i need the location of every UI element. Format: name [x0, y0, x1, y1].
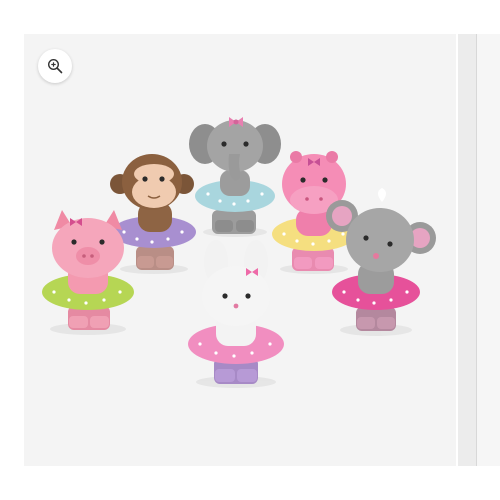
- next-thumbnail-edge[interactable]: [476, 34, 500, 466]
- gallery-side-strip: [458, 34, 476, 466]
- zoom-button[interactable]: [38, 49, 72, 83]
- zoom-in-icon: [47, 58, 63, 74]
- product-image[interactable]: [24, 34, 456, 466]
- elephant-figure: [189, 117, 281, 234]
- mouse-figure: [326, 188, 436, 331]
- bunny-figure: [188, 240, 284, 384]
- pig-figure: [42, 210, 134, 330]
